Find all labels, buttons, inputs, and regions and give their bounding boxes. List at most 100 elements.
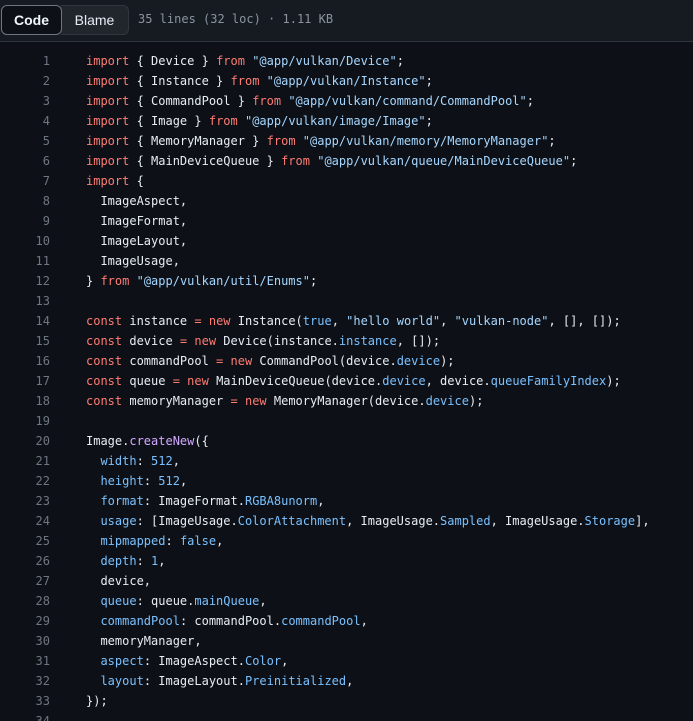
code-line: 24 usage: [ImageUsage.ColorAttachment, I… xyxy=(0,511,693,531)
code-token: : queue. xyxy=(136,594,195,608)
line-number[interactable]: 16 xyxy=(0,351,50,371)
code-token: } xyxy=(86,274,101,288)
code-line: 33}); xyxy=(0,691,693,711)
line-number[interactable]: 7 xyxy=(0,171,50,191)
line-content: } from "@app/vulkan/util/Enums"; xyxy=(86,271,317,291)
code-token: Preinitialized xyxy=(244,674,347,688)
code-token: 512 xyxy=(151,454,173,468)
line-content: usage: [ImageUsage.ColorAttachment, Imag… xyxy=(86,511,649,531)
line-number[interactable]: 11 xyxy=(0,251,50,271)
code-line: 2 import { Instance } from "@app/vulkan/I… xyxy=(0,71,693,91)
code-token: new xyxy=(244,394,267,408)
line-number[interactable]: 22 xyxy=(0,471,50,491)
code-token: format xyxy=(100,494,144,508)
code-token: , xyxy=(259,594,267,608)
code-token: = xyxy=(230,394,238,408)
code-token: "@app/vulkan/queue/MainDeviceQueue" xyxy=(317,154,571,168)
code-token: Sampled xyxy=(440,514,491,528)
code-view-button[interactable]: Code xyxy=(1,5,62,35)
code-line: 6 import { MainDeviceQueue } from "@app/v… xyxy=(0,151,693,171)
code-token: , xyxy=(331,314,347,328)
line-number[interactable]: 19 xyxy=(0,411,50,431)
line-number[interactable]: 8 xyxy=(0,191,50,211)
line-number[interactable]: 12 xyxy=(0,271,50,291)
code-token: queue xyxy=(100,594,137,608)
line-number[interactable]: 23 xyxy=(0,491,50,511)
line-number[interactable]: 21 xyxy=(0,451,50,471)
code-token: ; xyxy=(570,154,578,168)
code-line: 9 ImageFormat, xyxy=(0,211,693,231)
code-token: { xyxy=(129,174,144,188)
code-token: ); xyxy=(440,354,455,368)
line-content: ImageUsage, xyxy=(86,251,179,271)
line-number[interactable]: 33 xyxy=(0,691,50,711)
code-token: { MainDeviceQueue } xyxy=(129,154,282,168)
code-token: RGBA8unorm xyxy=(244,494,318,508)
code-token: , xyxy=(216,534,224,548)
code-token: device, xyxy=(86,574,152,588)
line-number[interactable]: 1 xyxy=(0,51,50,71)
code-token: CommandPool(device. xyxy=(252,354,397,368)
line-number[interactable]: 5 xyxy=(0,131,50,151)
line-number[interactable]: 6 xyxy=(0,151,50,171)
code-token: const xyxy=(86,394,123,408)
code-token: , []); xyxy=(396,334,441,348)
line-number[interactable]: 27 xyxy=(0,571,50,591)
line-number[interactable]: 14 xyxy=(0,311,50,331)
line-number[interactable]: 34 xyxy=(0,711,50,721)
line-number[interactable]: 25 xyxy=(0,531,50,551)
code-line: 1 import { Device } from "@app/vulkan/Dev… xyxy=(0,51,693,71)
code-token: , xyxy=(179,474,188,488)
line-number[interactable]: 26 xyxy=(0,551,50,571)
code-token: Color xyxy=(244,654,282,668)
code-token: : ImageFormat. xyxy=(143,494,245,508)
line-number[interactable]: 9 xyxy=(0,211,50,231)
code-token: { CommandPool } xyxy=(129,94,253,108)
line-number[interactable]: 13 xyxy=(0,291,50,311)
line-number[interactable]: 30 xyxy=(0,631,50,651)
line-number[interactable]: 10 xyxy=(0,231,50,251)
code-token: ; xyxy=(548,134,556,148)
code-token: import xyxy=(86,54,130,68)
code-line: 27 device, xyxy=(0,571,693,591)
view-toggle: Code Blame xyxy=(1,5,129,35)
line-number[interactable]: 28 xyxy=(0,591,50,611)
code-line: 18 const memoryManager = new MemoryManage… xyxy=(0,391,693,411)
code-token: { MemoryManager } xyxy=(129,134,267,148)
line-number[interactable]: 20 xyxy=(0,431,50,451)
line-number[interactable]: 31 xyxy=(0,651,50,671)
code-token: memoryManager xyxy=(122,394,231,408)
line-number[interactable]: 15 xyxy=(0,331,50,351)
code-line: 20 Image.createNew({ xyxy=(0,431,693,451)
line-number[interactable]: 29 xyxy=(0,611,50,631)
line-number[interactable]: 18 xyxy=(0,391,50,411)
code-token: , ImageUsage. xyxy=(346,514,441,528)
code-token: 512 xyxy=(158,474,180,488)
line-number[interactable]: 2 xyxy=(0,71,50,91)
line-content: import { MainDeviceQueue } from "@app/vu… xyxy=(86,151,577,171)
line-content: import { CommandPool } from "@app/vulkan… xyxy=(86,91,534,111)
code-token: , xyxy=(440,314,455,328)
code-token: const xyxy=(86,374,123,388)
line-content: import { MemoryManager } from "@app/vulk… xyxy=(86,131,556,151)
line-number[interactable]: 32 xyxy=(0,671,50,691)
line-content: depth: 1, xyxy=(86,551,165,571)
line-content: }); xyxy=(86,691,108,711)
line-number[interactable]: 17 xyxy=(0,371,50,391)
line-content: const memoryManager = new MemoryManager(… xyxy=(86,391,483,411)
code-line: 25 mipmapped: false, xyxy=(0,531,693,551)
line-number[interactable]: 3 xyxy=(0,91,50,111)
code-token: import xyxy=(86,134,130,148)
code-token: import xyxy=(86,94,130,108)
line-number[interactable]: 24 xyxy=(0,511,50,531)
code-token: : xyxy=(143,474,159,488)
blame-view-button[interactable]: Blame xyxy=(61,5,129,35)
code-token: ; xyxy=(425,114,433,128)
code-token: : xyxy=(165,534,180,548)
code-token: , xyxy=(281,654,289,668)
line-number[interactable]: 4 xyxy=(0,111,50,131)
